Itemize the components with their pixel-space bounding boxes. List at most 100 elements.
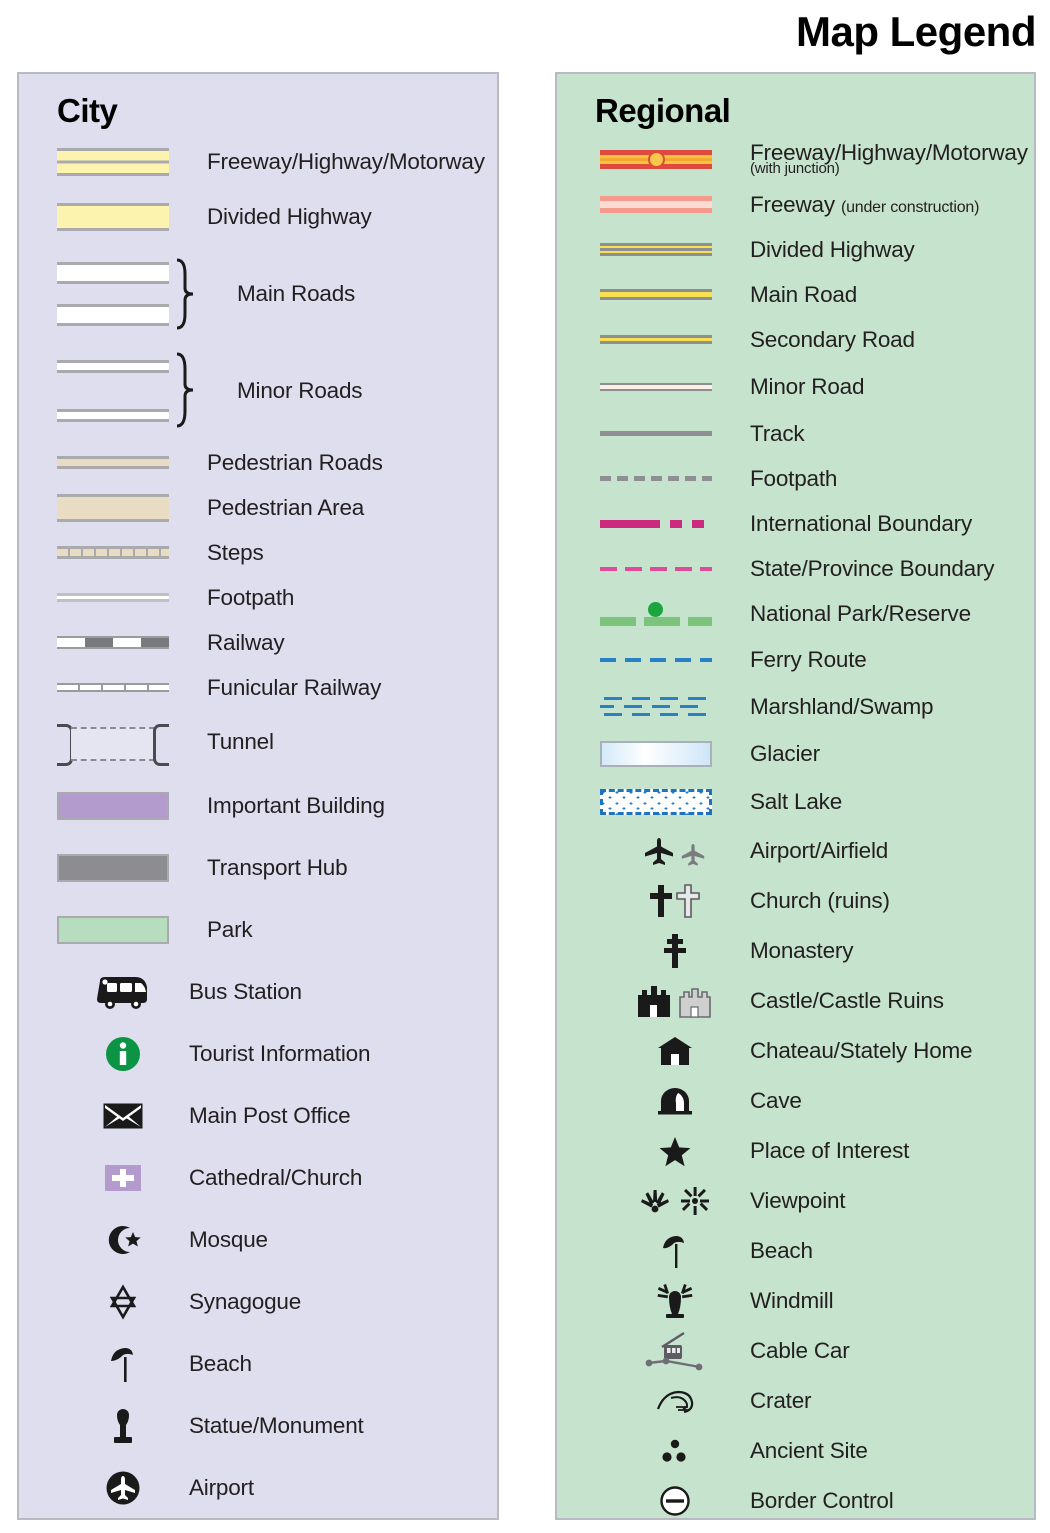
legend-row-regional-cave[interactable]: Cave [600,1076,1034,1126]
regional-heading: Regional [595,92,731,129]
legend-row-city-tunnel[interactable]: Tunnel [57,710,497,774]
legend-label: Mosque [189,1227,268,1252]
legend-label: Tourist Information [189,1041,371,1066]
legend-row-city-pedestrian-area[interactable]: Pedestrian Area [57,485,497,530]
legend-row-regional-glacier[interactable]: Glacier [600,730,1034,777]
legend-row-regional-freeway-uc[interactable]: Freeway (under construction) [600,182,1034,227]
legend-row-regional-track[interactable]: Track [600,411,1034,456]
legend-row-city-airport[interactable]: Airport [57,1457,497,1519]
legend-row-regional-divided-highway[interactable]: Divided Highway [600,227,1034,272]
legend-row-regional-main-road[interactable]: Main Road [600,272,1034,317]
legend-row-city-funicular-railway[interactable]: Funicular Railway [57,665,497,710]
viewpoint-icon [641,1187,709,1215]
regional-state-province-boundary-icon [600,566,712,571]
legend-label: Ferry Route [750,646,867,672]
legend-row-regional-ferry-route[interactable]: Ferry Route [600,636,1034,683]
church-ruins-icon [650,884,700,918]
synagogue-icon [109,1284,137,1320]
cave-icon [658,1088,692,1115]
legend-row-city-minor-roads[interactable]: Minor Roads [57,342,497,440]
legend-label: Viewpoint [750,1188,846,1213]
crater-icon [656,1390,694,1414]
regional-marshland-icon [600,696,706,716]
legend-row-regional-secondary-road[interactable]: Secondary Road [600,317,1034,362]
cathedral-church-icon [105,1165,141,1191]
regional-minor-road-icon [600,382,712,391]
legend-label: Castle/Castle Ruins [750,988,944,1013]
envelope-icon [103,1103,143,1129]
legend-row-regional-international-boundary[interactable]: International Boundary [600,501,1034,546]
legend-row-city-important-building[interactable]: Important Building [57,774,497,837]
legend-row-city-bus-station[interactable]: Bus Station [57,961,497,1023]
legend-row-regional-church-ruins[interactable]: Church (ruins) [600,876,1034,926]
legend-label: Salt Lake [750,788,843,814]
legend-row-regional-national-park[interactable]: National Park/Reserve [600,591,1034,636]
legend-label: State/Province Boundary [750,555,995,581]
legend-label: Statue/Monument [189,1413,364,1438]
legend-row-regional-windmill[interactable]: Windmill [600,1276,1034,1326]
legend-row-city-freeway[interactable]: Freeway/Highway/Motorway [57,136,497,188]
legend-row-city-footpath[interactable]: Footpath [57,575,497,620]
legend-row-city-railway[interactable]: Railway [57,620,497,665]
legend-row-regional-airport-airfield[interactable]: Airport/Airfield [600,826,1034,876]
beach-umbrella-icon [663,1236,684,1268]
legend-label: Marshland/Swamp [750,693,934,719]
legend-row-city-divided-highway[interactable]: Divided Highway [57,188,497,246]
legend-row-city-pedestrian-roads[interactable]: Pedestrian Roads [57,440,497,485]
legend-row-city-statue-monument[interactable]: Statue/Monument [57,1395,497,1457]
legend-row-city-main-roads[interactable]: Main Roads [57,246,497,342]
legend-row-city-park[interactable]: Park [57,899,497,961]
legend-row-regional-minor-road[interactable]: Minor Road [600,362,1034,411]
chateau-icon [658,1037,692,1065]
legend-label: Minor Roads [237,378,363,403]
legend-label: Place of Interest [750,1138,910,1163]
legend-row-regional-beach[interactable]: Beach [600,1226,1034,1276]
legend-row-regional-ancient-site[interactable]: Ancient Site [600,1426,1034,1476]
legend-row-regional-freeway-junction[interactable]: Freeway/Highway/Motorway (with junction) [600,136,1034,182]
legend-label: Secondary Road [750,326,915,352]
legend-row-regional-place-of-interest[interactable]: Place of Interest [600,1126,1034,1176]
legend-row-regional-salt-lake[interactable]: Salt Lake [600,777,1034,826]
legend-row-city-beach[interactable]: Beach [57,1333,497,1395]
legend-row-regional-viewpoint[interactable]: Viewpoint [600,1176,1034,1226]
legend-label: Funicular Railway [207,674,382,700]
legend-row-regional-border-control[interactable]: Border Control [600,1476,1034,1526]
city-minor-road-icon-2 [57,409,169,422]
legend-row-city-cathedral-church[interactable]: Cathedral/Church [57,1147,497,1209]
legend-label: Freeway (under construction) [750,192,979,218]
legend-row-city-main-post-office[interactable]: Main Post Office [57,1085,497,1147]
bus-icon [97,977,147,1009]
city-steps-icon [57,546,169,559]
legend-row-regional-footpath[interactable]: Footpath [600,456,1034,501]
legend-row-regional-cable-car[interactable]: Cable Car [600,1326,1034,1376]
legend-row-regional-chateau[interactable]: Chateau/Stately Home [600,1026,1034,1076]
regional-track-icon [600,431,712,436]
legend-label-main: Freeway [750,191,835,217]
city-funicular-railway-icon [57,683,169,692]
legend-label: International Boundary [750,510,973,536]
legend-label: Transport Hub [207,855,348,880]
city-tunnel-icon [57,718,169,766]
legend-label: Cable Car [750,1338,850,1363]
regional-ferry-route-icon [600,657,712,662]
legend-row-city-transport-hub[interactable]: Transport Hub [57,837,497,899]
brace-icon [175,352,197,428]
legend-label: Monastery [750,938,854,963]
legend-label: Minor Road [750,373,865,399]
monastery-icon [664,934,686,968]
legend-row-regional-state-boundary[interactable]: State/Province Boundary [600,546,1034,591]
legend-label: Main Roads [237,281,356,306]
beach-umbrella-icon [111,1348,133,1382]
regional-glacier-icon [600,740,712,767]
legend-row-city-steps[interactable]: Steps [57,530,497,575]
legend-row-regional-marshland[interactable]: Marshland/Swamp [600,683,1034,730]
legend-row-regional-castle-ruins[interactable]: Castle/Castle Ruins [600,976,1034,1026]
legend-row-city-synagogue[interactable]: Synagogue [57,1271,497,1333]
legend-row-regional-crater[interactable]: Crater [600,1376,1034,1426]
legend-label: Important Building [207,792,385,818]
legend-row-city-tourist-information[interactable]: Tourist Information [57,1023,497,1085]
page-title: Map Legend [795,8,1037,55]
legend-row-regional-monastery[interactable]: Monastery [600,926,1034,976]
legend-row-city-mosque[interactable]: Mosque [57,1209,497,1271]
regional-divided-highway-icon [600,243,712,256]
